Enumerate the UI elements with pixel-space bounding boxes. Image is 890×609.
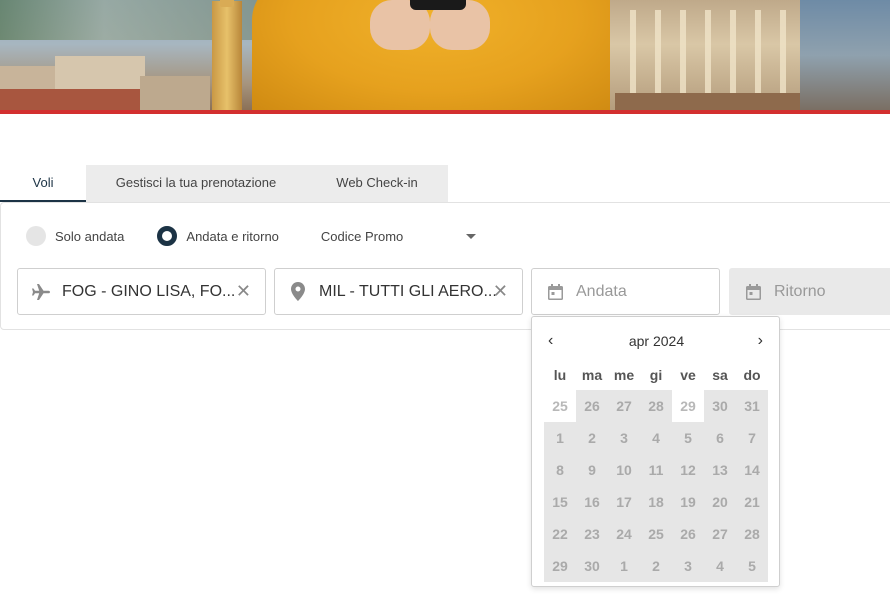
clear-destination-icon[interactable]: ✕ xyxy=(493,282,508,300)
calendar-day[interactable]: 20 xyxy=(704,486,736,518)
calendar-day[interactable]: 30 xyxy=(576,550,608,582)
departure-date-field[interactable]: Andata xyxy=(531,268,720,315)
calendar-day[interactable]: 27 xyxy=(704,518,736,550)
calendar-day[interactable]: 4 xyxy=(704,550,736,582)
calendar-day[interactable]: 22 xyxy=(544,518,576,550)
calendar-day[interactable]: 13 xyxy=(704,454,736,486)
calendar-icon xyxy=(545,282,565,302)
destination-value: MIL - TUTTI GLI AERO... xyxy=(319,282,497,300)
weekday-header: ma xyxy=(576,362,608,388)
promo-code-toggle[interactable]: Codice Promo xyxy=(321,229,403,244)
calendar-day[interactable]: 8 xyxy=(544,454,576,486)
calendar-day[interactable]: 5 xyxy=(736,550,768,582)
calendar-day[interactable]: 6 xyxy=(704,422,736,454)
chevron-down-icon[interactable] xyxy=(466,234,476,239)
weekday-header: gi xyxy=(640,362,672,388)
calendar-grid: lu ma me gi ve sa do 25 26 27 28 29 30 31 1 2 3 4 5 6 7 8 9 10 1… xyxy=(544,362,768,582)
calendar-day[interactable]: 24 xyxy=(608,518,640,550)
calendar-day[interactable]: 16 xyxy=(576,486,608,518)
calendar-day[interactable]: 28 xyxy=(640,390,672,422)
calendar-day[interactable]: 1 xyxy=(608,550,640,582)
round-trip-radio[interactable] xyxy=(157,226,178,246)
origin-field[interactable]: FOG - GINO LISA, FO... ✕ xyxy=(17,268,266,315)
calendar-day[interactable]: 31 xyxy=(736,390,768,422)
weekday-header: me xyxy=(608,362,640,388)
hero-banner-image xyxy=(0,0,890,111)
weekday-header: do xyxy=(736,362,768,388)
calendar-day[interactable]: 29 xyxy=(544,550,576,582)
calendar-day[interactable]: 3 xyxy=(608,422,640,454)
calendar-day[interactable]: 23 xyxy=(576,518,608,550)
calendar-day[interactable]: 3 xyxy=(672,550,704,582)
return-placeholder: Ritorno xyxy=(774,282,826,300)
tab-manage-booking[interactable]: Gestisci la tua prenotazione xyxy=(86,165,306,202)
calendar-day[interactable]: 30 xyxy=(704,390,736,422)
plane-icon xyxy=(31,282,51,302)
weekday-header: sa xyxy=(704,362,736,388)
trip-type-selector: Solo andata Andata e ritorno Codice Prom… xyxy=(26,225,403,247)
calendar-day[interactable]: 2 xyxy=(576,422,608,454)
calendar-day[interactable]: 15 xyxy=(544,486,576,518)
calendar-day[interactable]: 10 xyxy=(608,454,640,486)
calendar-day[interactable]: 4 xyxy=(640,422,672,454)
next-month-icon[interactable]: › xyxy=(758,333,763,349)
calendar-day[interactable]: 12 xyxy=(672,454,704,486)
one-way-radio[interactable] xyxy=(26,226,46,246)
tab-web-checkin[interactable]: Web Check-in xyxy=(306,165,448,202)
calendar-icon xyxy=(743,282,763,302)
calendar-day[interactable]: 7 xyxy=(736,422,768,454)
hero-divider xyxy=(0,110,890,114)
flight-search-panel: Solo andata Andata e ritorno Codice Prom… xyxy=(0,202,890,330)
weekday-header: lu xyxy=(544,362,576,388)
calendar-day[interactable]: 18 xyxy=(640,486,672,518)
calendar-day[interactable]: 14 xyxy=(736,454,768,486)
date-picker-calendar: ‹ apr 2024 › lu ma me gi ve sa do 25 26 27 28 29 30 3… xyxy=(531,316,780,587)
origin-value: FOG - GINO LISA, FO... xyxy=(62,282,236,300)
calendar-month-label: apr 2024 xyxy=(628,333,685,349)
booking-tabs: Voli Gestisci la tua prenotazione Web Ch… xyxy=(0,165,448,203)
calendar-day[interactable]: 11 xyxy=(640,454,672,486)
calendar-day[interactable]: 29 xyxy=(672,390,704,422)
one-way-label[interactable]: Solo andata xyxy=(55,229,124,244)
departure-placeholder: Andata xyxy=(576,282,627,300)
calendar-day[interactable]: 5 xyxy=(672,422,704,454)
calendar-day[interactable]: 9 xyxy=(576,454,608,486)
calendar-day[interactable]: 25 xyxy=(544,390,576,422)
calendar-day[interactable]: 28 xyxy=(736,518,768,550)
calendar-day[interactable]: 1 xyxy=(544,422,576,454)
calendar-day[interactable]: 19 xyxy=(672,486,704,518)
destination-field[interactable]: MIL - TUTTI GLI AERO... ✕ xyxy=(274,268,523,315)
tab-voli[interactable]: Voli xyxy=(0,165,86,202)
map-pin-icon xyxy=(288,282,308,302)
return-date-field[interactable]: Ritorno xyxy=(729,268,890,315)
calendar-day[interactable]: 17 xyxy=(608,486,640,518)
calendar-day[interactable]: 2 xyxy=(640,550,672,582)
calendar-day[interactable]: 26 xyxy=(672,518,704,550)
weekday-header: ve xyxy=(672,362,704,388)
calendar-day[interactable]: 26 xyxy=(576,390,608,422)
calendar-day[interactable]: 21 xyxy=(736,486,768,518)
calendar-day[interactable]: 25 xyxy=(640,518,672,550)
round-trip-label[interactable]: Andata e ritorno xyxy=(186,229,279,244)
clear-origin-icon[interactable]: ✕ xyxy=(236,282,251,300)
calendar-day[interactable]: 27 xyxy=(608,390,640,422)
